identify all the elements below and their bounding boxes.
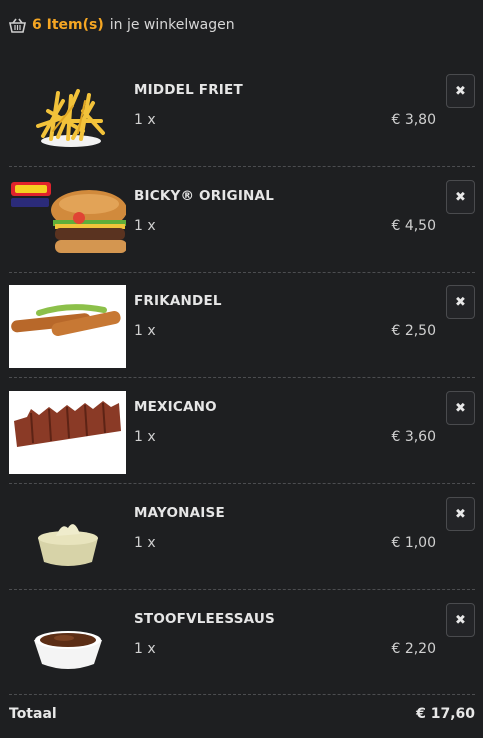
- cart-item: FRIKANDEL 1 x € 2,50 ✖: [9, 285, 475, 391]
- item-name: STOOFVLEESSAUS: [134, 611, 275, 627]
- item-price: € 2,20: [391, 641, 436, 657]
- remove-item-button[interactable]: ✖: [446, 180, 475, 214]
- item-price: € 1,00: [391, 535, 436, 551]
- item-quantity: 1 x: [134, 641, 156, 657]
- item-quantity: 1 x: [134, 112, 156, 128]
- item-name: MAYONAISE: [134, 505, 225, 521]
- cart-total: Totaal € 17,60: [9, 706, 475, 722]
- close-icon: ✖: [455, 189, 466, 205]
- close-icon: ✖: [455, 506, 466, 522]
- item-quantity: 1 x: [134, 429, 156, 445]
- remove-item-button[interactable]: ✖: [446, 497, 475, 531]
- product-image-fries: [9, 74, 126, 157]
- item-quantity: 1 x: [134, 535, 156, 551]
- total-amount: € 17,60: [416, 706, 475, 722]
- divider: [9, 166, 475, 167]
- cart-count-suffix: in je winkelwagen: [109, 17, 235, 33]
- cart-item: MAYONAISE 1 x € 1,00 ✖: [9, 497, 475, 603]
- product-image-mayonaise: [9, 497, 126, 580]
- product-image-stoofvleessaus: [9, 603, 126, 686]
- item-price: € 4,50: [391, 218, 436, 234]
- item-name: MIDDEL FRIET: [134, 82, 243, 98]
- cart-item: BICKY® ORIGINAL 1 x € 4,50 ✖: [9, 180, 475, 286]
- product-image-frikandel: [9, 285, 126, 368]
- item-name: FRIKANDEL: [134, 293, 222, 309]
- remove-item-button[interactable]: ✖: [446, 74, 475, 108]
- cart-header: 6 Item(s) in je winkelwagen: [9, 14, 235, 36]
- remove-item-button[interactable]: ✖: [446, 285, 475, 319]
- item-name: BICKY® ORIGINAL: [134, 188, 275, 204]
- divider: [9, 377, 475, 378]
- cart-count: 6 Item(s): [32, 17, 104, 33]
- divider: [9, 483, 475, 484]
- item-price: € 3,80: [391, 112, 436, 128]
- close-icon: ✖: [455, 612, 466, 628]
- divider: [9, 589, 475, 590]
- item-price: € 3,60: [391, 429, 436, 445]
- item-name: MEXICANO: [134, 399, 217, 415]
- remove-item-button[interactable]: ✖: [446, 603, 475, 637]
- cart-item: MIDDEL FRIET 1 x € 3,80 ✖: [9, 74, 475, 180]
- close-icon: ✖: [455, 294, 466, 310]
- close-icon: ✖: [455, 83, 466, 99]
- item-quantity: 1 x: [134, 218, 156, 234]
- basket-icon: [9, 18, 26, 33]
- divider: [9, 694, 475, 695]
- total-label: Totaal: [9, 706, 57, 722]
- item-price: € 2,50: [391, 323, 436, 339]
- cart-item: MEXICANO 1 x € 3,60 ✖: [9, 391, 475, 497]
- remove-item-button[interactable]: ✖: [446, 391, 475, 425]
- close-icon: ✖: [455, 400, 466, 416]
- item-quantity: 1 x: [134, 323, 156, 339]
- product-image-burger: [9, 180, 126, 263]
- divider: [9, 272, 475, 273]
- product-image-mexicano: [9, 391, 126, 474]
